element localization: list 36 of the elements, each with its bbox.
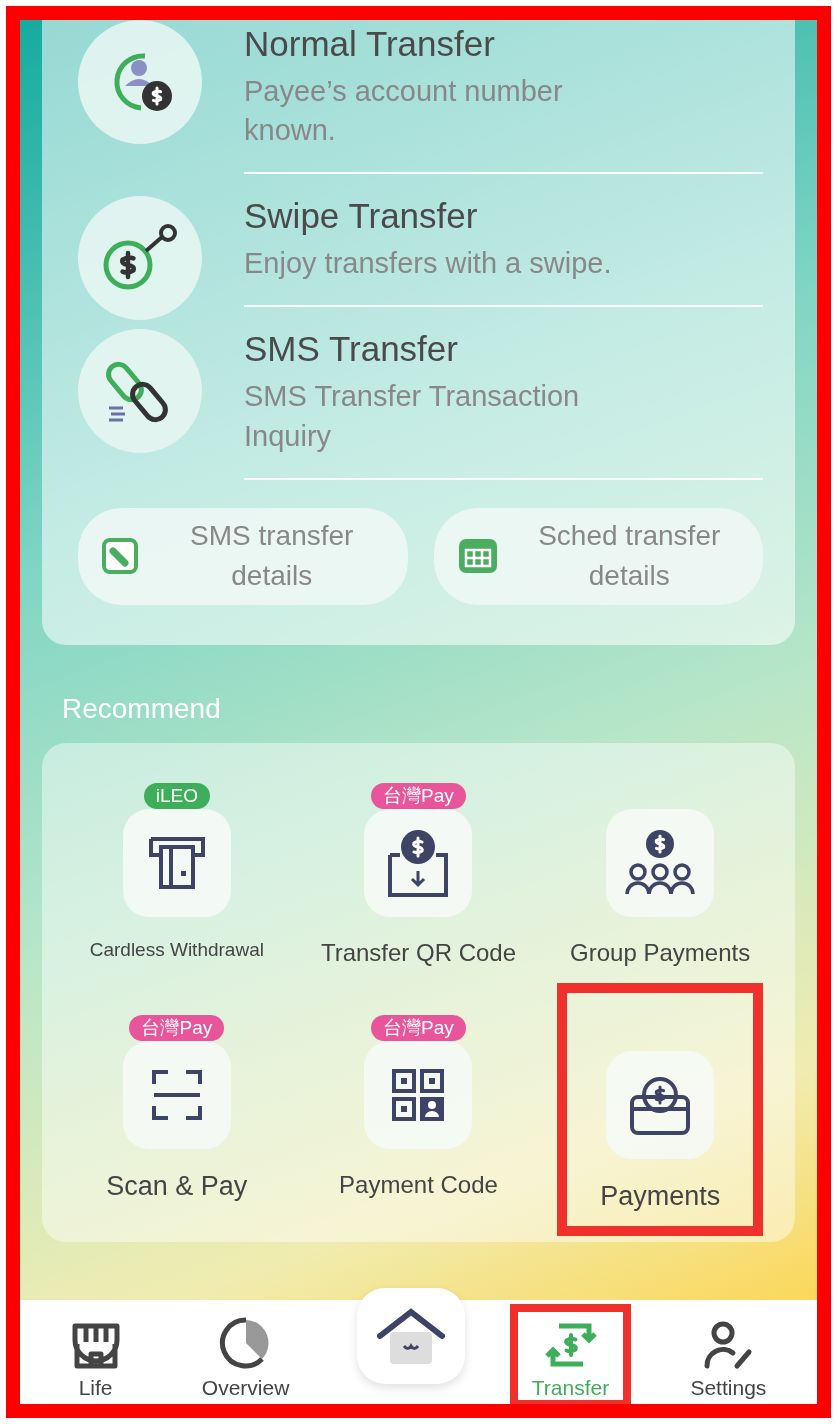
details-button[interactable]: Sched transfer details xyxy=(433,507,763,605)
section-title: Recommend xyxy=(62,692,222,725)
tag-badge: 台灣Pay xyxy=(371,1014,466,1041)
nav-tab[interactable]: Settings xyxy=(676,1312,781,1400)
storefront-icon xyxy=(70,1322,121,1370)
shortcut-tile[interactable] xyxy=(364,808,473,917)
option-title[interactable]: SMS Transfer xyxy=(244,329,763,370)
nav-tab[interactable]: Overview xyxy=(187,1308,304,1400)
option-title[interactable]: Swipe Transfer xyxy=(244,196,763,237)
shortcut-label: Transfer QR Code xyxy=(320,938,517,967)
option-description: Payee’s account number known. xyxy=(244,74,564,149)
shortcut-label: Group Payments xyxy=(570,938,751,967)
tag-badge: 台灣Pay xyxy=(129,1014,225,1041)
shortcut-tile[interactable] xyxy=(122,1040,231,1149)
calendar-icon xyxy=(457,538,498,575)
shortcut-tile[interactable] xyxy=(364,1040,473,1149)
shortcut-label: Payments xyxy=(600,1180,721,1212)
tag-badge: iLEO xyxy=(143,782,210,809)
home-icon xyxy=(375,1306,446,1366)
shortcut-tile[interactable] xyxy=(122,808,231,917)
option-description: Enjoy transfers with a swipe. xyxy=(244,246,613,282)
scan-frame-icon xyxy=(149,1067,204,1122)
details-button[interactable]: SMS transfer details xyxy=(78,507,408,605)
atm-card-icon xyxy=(146,834,207,891)
shortcut-label: Cardless Withdrawal xyxy=(89,938,264,961)
home-button[interactable] xyxy=(356,1288,465,1384)
shortcut-label: Scan & Pay xyxy=(106,1170,248,1202)
shortcut-label: Payment Code xyxy=(339,1170,498,1199)
option-description: SMS Transfer Transaction Inquiry xyxy=(244,379,581,454)
shortcut-tile[interactable] xyxy=(606,1050,715,1159)
nav-tab[interactable]: Life xyxy=(56,1314,135,1400)
option-title[interactable]: Normal Transfer xyxy=(244,24,763,64)
qr-code-icon xyxy=(390,1066,447,1123)
user-edit-icon xyxy=(703,1320,754,1370)
tag-badge: 台灣Pay xyxy=(371,782,466,809)
shortcut-tile[interactable] xyxy=(606,808,715,917)
